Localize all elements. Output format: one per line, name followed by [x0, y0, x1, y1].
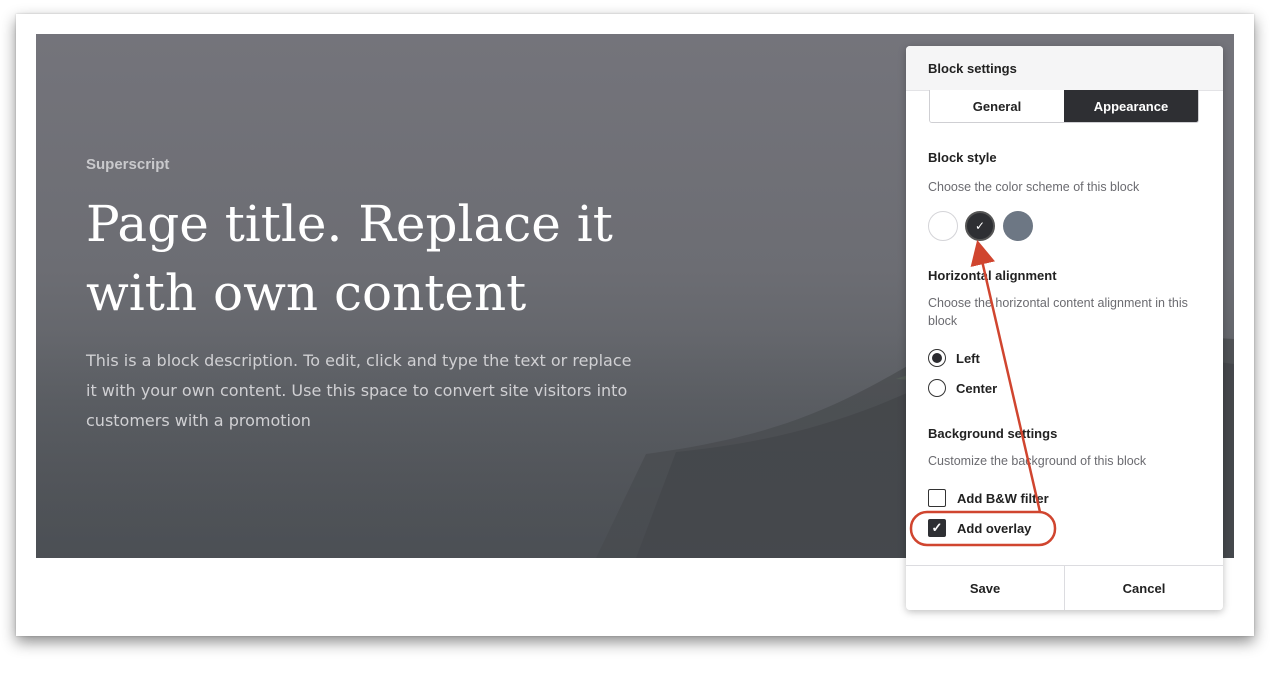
checkbox-bw-filter[interactable]: Add B&W filter	[928, 489, 1049, 507]
checkmark-icon: ✓	[974, 219, 986, 233]
alignment-title: Horizontal alignment	[928, 268, 1057, 283]
radio-center-label: Center	[956, 380, 998, 396]
radio-left-label: Left	[956, 350, 980, 366]
swatch-white[interactable]	[928, 211, 958, 241]
cancel-button[interactable]: Cancel	[1064, 566, 1223, 610]
hero-description[interactable]: This is a block description. To edit, cl…	[86, 346, 641, 436]
radio-selected-dot	[932, 353, 942, 363]
checkmark-icon: ✓	[931, 520, 943, 535]
checkbox-overlay[interactable]: ✓ Add overlay	[928, 519, 1031, 537]
block-settings-panel: Block settings General Appearance Block …	[906, 46, 1223, 610]
checkbox-overlay-control[interactable]: ✓	[928, 519, 946, 537]
checkbox-overlay-label: Add overlay	[957, 520, 1032, 536]
tab-appearance[interactable]: Appearance	[1064, 90, 1198, 122]
alignment-description: Choose the horizontal content alignment …	[928, 296, 1188, 328]
radio-left-control[interactable]	[928, 349, 946, 367]
checkbox-bw-filter-label: Add B&W filter	[957, 490, 1049, 506]
panel-footer: Save Cancel	[906, 565, 1223, 610]
panel-header: Block settings	[906, 46, 1223, 91]
hero-superscript[interactable]: Superscript	[86, 156, 169, 173]
checkbox-bw-filter-control[interactable]	[928, 489, 946, 507]
radio-left[interactable]: Left	[928, 349, 980, 367]
block-style-title: Block style	[928, 150, 997, 165]
swatch-dark[interactable]: ✓	[965, 211, 995, 241]
radio-center[interactable]: Center	[928, 379, 997, 397]
settings-tabs: General Appearance	[929, 90, 1199, 123]
background-description: Customize the background of this block	[928, 454, 1147, 468]
radio-center-control[interactable]	[928, 379, 946, 397]
background-title: Background settings	[928, 426, 1058, 441]
swatch-grey[interactable]	[1003, 211, 1033, 241]
tab-general[interactable]: General	[930, 90, 1064, 122]
save-button[interactable]: Save	[906, 566, 1064, 610]
block-style-description: Choose the color scheme of this block	[928, 180, 1140, 194]
hero-title[interactable]: Page title. Replace it with own content	[86, 190, 646, 328]
